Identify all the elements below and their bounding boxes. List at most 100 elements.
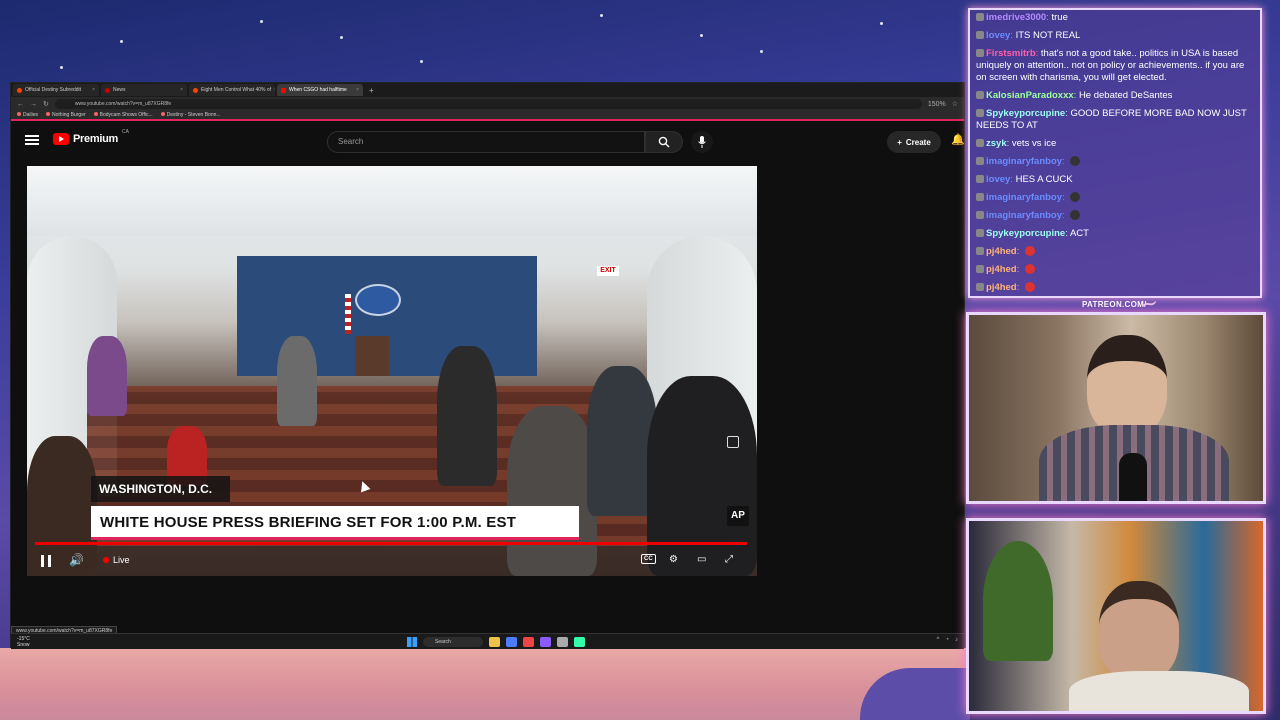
voice-search-button[interactable]	[691, 131, 713, 153]
back-icon[interactable]: ←	[17, 101, 24, 108]
settings-gear-icon[interactable]: ⚙	[669, 554, 678, 565]
close-tab-icon[interactable]: ×	[274, 87, 275, 93]
chat-separator: :	[1016, 264, 1022, 275]
weather-desc: Snow	[17, 642, 30, 648]
new-tab-icon[interactable]: +	[369, 86, 374, 95]
bookmark-star-icon[interactable]: ☆	[952, 100, 958, 108]
chat-message: imaginaryfanboy:	[976, 192, 1254, 204]
chat-separator: :	[1062, 156, 1068, 167]
crowd-figure	[87, 336, 127, 416]
chat-username[interactable]: imaginaryfanboy	[986, 192, 1062, 203]
chat-username[interactable]: imaginaryfanboy	[986, 210, 1062, 221]
search-button[interactable]	[645, 131, 683, 153]
weather-widget[interactable]: -15°C Snow	[17, 636, 30, 648]
windows-start-icon[interactable]	[407, 637, 417, 647]
video-player[interactable]: EXIT WASHINGTON, D.C. WHITE HOUSE PRESS …	[27, 166, 757, 576]
chat-message: KalosianParadoxxx: He debated DeSantes	[976, 90, 1254, 102]
bookmark-item[interactable]: Destiny - Steven Bonn...	[160, 112, 221, 118]
bookmark-favicon-icon	[160, 112, 165, 116]
miniplayer-icon[interactable]	[727, 436, 739, 448]
live-indicator[interactable]: Live	[103, 555, 130, 565]
chat-message: Spykeyporcupine: GOOD BEFORE MORE BAD NO…	[976, 108, 1254, 132]
chat-username[interactable]: imedrive3000	[986, 12, 1046, 23]
white-house-seal	[355, 284, 401, 316]
chat-username[interactable]: imaginaryfanboy	[986, 156, 1062, 167]
app-icon[interactable]	[523, 637, 534, 647]
bookmark-label: Destiny - Steven Bonn...	[166, 112, 221, 118]
bookmark-item[interactable]: Nothing Burger	[46, 112, 86, 118]
chat-username[interactable]: lovey	[986, 30, 1010, 41]
close-tab-icon[interactable]: ×	[356, 87, 359, 93]
app-icon[interactable]	[557, 637, 568, 647]
chat-username[interactable]: lovey	[986, 174, 1010, 185]
chat-username[interactable]: Spykeyporcupine	[986, 228, 1065, 239]
chat-username[interactable]: Firstsmitrb	[986, 48, 1036, 59]
podium	[355, 336, 389, 376]
chat-username[interactable]: zsyk	[986, 138, 1007, 149]
bookmark-label: Nothing Burger	[52, 112, 86, 118]
close-tab-icon[interactable]: ×	[92, 87, 95, 93]
tab-favicon-icon	[281, 87, 286, 93]
youtube-logo[interactable]: Premium CA	[53, 129, 129, 145]
chat-username[interactable]: pj4hed	[986, 282, 1017, 293]
chat-emote-icon	[1024, 282, 1035, 292]
menu-icon[interactable]	[25, 135, 39, 145]
chat-username[interactable]: Spykeyporcupine	[986, 108, 1065, 119]
taskbar-search[interactable]: Search	[423, 637, 483, 647]
chat-badge-icon	[976, 265, 984, 273]
chat-message: pj4hed:	[976, 282, 1254, 294]
chat-message: imaginaryfanboy:	[976, 156, 1254, 168]
volume-icon[interactable]: 🔊	[69, 553, 84, 567]
youtube-play-icon	[53, 133, 69, 145]
tray-chevron-icon[interactable]: ^	[937, 637, 940, 643]
bookmark-favicon-icon	[46, 112, 51, 116]
zoom-level[interactable]: 150%	[928, 101, 946, 108]
chat-text: HES A CUCK	[1015, 174, 1073, 185]
search-input[interactable]: Search	[327, 131, 645, 153]
browser-tab[interactable]: Official Destiny Subreddit ×	[13, 84, 99, 96]
close-tab-icon[interactable]: ×	[180, 87, 183, 93]
fullscreen-icon[interactable]: ⤢	[725, 554, 733, 565]
theater-mode-icon[interactable]: ▭	[697, 554, 706, 565]
progress-bar[interactable]	[35, 542, 747, 545]
app-icon[interactable]	[540, 637, 551, 647]
chat-username[interactable]: pj4hed	[986, 246, 1017, 257]
browser-tab[interactable]: Eight Men Control What 40% of×	[189, 84, 275, 96]
chat-badge-icon	[976, 91, 984, 99]
youtube-header: Premium CA Search + Create 🔔	[11, 123, 965, 159]
region-code: CA	[121, 129, 129, 135]
flag	[345, 294, 351, 334]
ap-logo: AP	[727, 506, 749, 526]
chat-username[interactable]: KalosianParadoxxx	[986, 90, 1074, 101]
file-explorer-icon[interactable]	[489, 637, 500, 647]
notifications-bell-icon[interactable]: 🔔	[951, 133, 965, 146]
bookmark-item[interactable]: Bodycam Shows Offic...	[93, 112, 153, 118]
reload-icon[interactable]: ↻	[43, 100, 49, 108]
create-button[interactable]: + Create	[887, 131, 941, 153]
taskbar-apps	[489, 637, 585, 647]
microphone	[1119, 453, 1147, 501]
search-icon	[658, 136, 670, 148]
pause-icon[interactable]	[41, 555, 51, 567]
network-icon[interactable]: ◔	[945, 637, 949, 643]
browser-icon[interactable]	[506, 637, 517, 647]
chat-message: imaginaryfanboy:	[976, 210, 1254, 222]
bookmark-item[interactable]: Dailies	[17, 112, 38, 118]
forward-icon[interactable]: →	[30, 101, 37, 108]
url-field[interactable]: www.youtube.com/watch?v=m_u87XGR8fe	[54, 99, 922, 109]
captions-button[interactable]: CC	[641, 554, 656, 564]
webcam-person-head	[1087, 335, 1167, 435]
chat-username[interactable]: pj4hed	[986, 264, 1017, 275]
app-icon[interactable]	[574, 637, 585, 647]
chat-badge-icon	[976, 139, 984, 147]
tab-favicon-icon	[193, 87, 198, 93]
chat-badge-icon	[976, 247, 984, 255]
bookmarks-bar: Dailies Nothing Burger Bodycam Shows Offic…	[11, 111, 964, 121]
browser-tab[interactable]: When CSGO had halftime ×	[277, 84, 363, 96]
live-label: Live	[113, 555, 130, 565]
sound-icon[interactable]: ♪	[955, 637, 958, 643]
chat-text: ITS NOT REAL	[1015, 30, 1081, 41]
browser-tab[interactable]: News ×	[101, 84, 187, 96]
chat-separator: :	[1016, 246, 1022, 257]
tab-favicon-icon	[17, 87, 22, 93]
